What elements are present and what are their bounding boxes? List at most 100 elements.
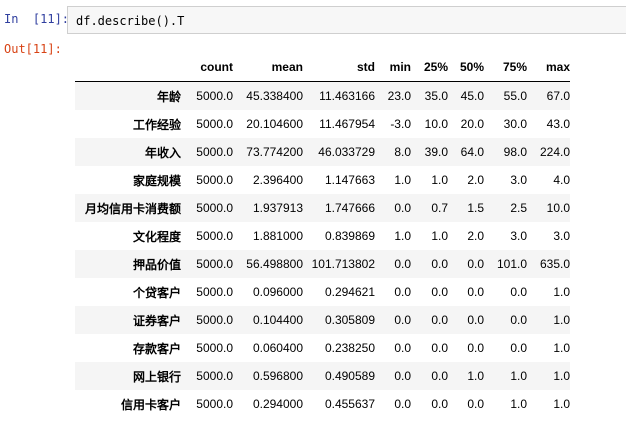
table-cell: 0.0 [510,341,527,355]
row-index: 家庭规模 [132,173,181,188]
table-cell: 5000.0 [196,173,233,187]
table-cell: 1.0 [510,369,527,383]
table-cell: 1.0 [467,369,484,383]
table-cell: 10.0 [546,201,570,215]
table-cell: 5000.0 [196,369,233,383]
table-cell: 0.0 [394,285,411,299]
table-cell: 0.0 [467,313,484,327]
table-cell: 67.0 [546,89,570,103]
table-cell: 5000.0 [196,229,233,243]
table-cell: 3.0 [510,229,527,243]
table-cell: 0.0 [510,313,527,327]
table-cell: 0.060400 [252,341,303,355]
table-cell: 0.839869 [324,229,375,243]
row-index: 年龄 [156,89,181,104]
table-cell: 5000.0 [196,89,233,103]
row-index: 个贷客户 [132,285,181,300]
table-cell: 1.5 [467,201,484,215]
table-cell: 2.5 [510,201,527,215]
table-cell: 1.0 [553,341,570,355]
table-cell: 98.0 [503,145,527,159]
table-cell: 20.104600 [246,117,303,131]
table-cell: 45.338400 [246,89,303,103]
table-cell: 0.0 [394,257,411,271]
table-cell: 1.747666 [324,201,375,215]
table-cell: 0.238250 [324,341,375,355]
table-cell: 5000.0 [196,397,233,411]
table-cell: 101.0 [496,257,527,271]
table-cell: 0.0 [431,257,448,271]
column-header: mean [271,60,303,74]
column-header: 25% [423,60,448,74]
table-cell: 30.0 [503,117,527,131]
table-cell: -3.0 [390,117,411,131]
column-header: std [357,60,375,74]
table-row: 网上银行 5000.0 0.596800 0.490589 0.0 0.0 1.… [75,362,570,390]
table-cell: 0.294621 [324,285,375,299]
table-cell: 10.0 [424,117,448,131]
code-cell[interactable]: df.describe().T [67,6,626,34]
header-row: count mean std min 25% 50% 75% max [75,53,570,82]
row-index: 押品价值 [132,257,181,272]
column-header: 50% [459,60,484,74]
table-cell: 0.490589 [324,369,375,383]
row-index: 证券客户 [132,313,181,328]
index-header [75,53,185,82]
table-cell: 1.0 [510,397,527,411]
table-cell: 1.881000 [252,229,303,243]
table-cell: 23.0 [387,89,411,103]
code-text[interactable]: df.describe().T [76,14,184,28]
table-cell: 1.937913 [252,201,303,215]
table-cell: 101.713802 [311,257,375,271]
table-cell: 3.0 [553,229,570,243]
table-row: 存款客户 5000.0 0.060400 0.238250 0.0 0.0 0.… [75,334,570,362]
table-cell: 5000.0 [196,145,233,159]
row-index: 年收入 [144,145,181,160]
table-cell: 0.455637 [324,397,375,411]
table-cell: 0.0 [510,285,527,299]
table-cell: 73.774200 [246,145,303,159]
table-cell: 0.0 [467,257,484,271]
table-cell: 43.0 [546,117,570,131]
table-cell: 1.0 [431,173,448,187]
table-cell: 1.0 [394,173,411,187]
table-cell: 0.305809 [324,313,375,327]
table-cell: 0.104400 [252,313,303,327]
table-cell: 64.0 [460,145,484,159]
table-cell: 2.0 [467,229,484,243]
table-cell: 0.294000 [252,397,303,411]
table-row: 工作经验 5000.0 20.104600 11.467954 -3.0 10.… [75,110,570,138]
table-row: 年龄 5000.0 45.338400 11.463166 23.0 35.0 … [75,81,570,110]
table-cell: 56.498800 [246,257,303,271]
table-cell: 0.0 [394,369,411,383]
table-cell: 0.0 [467,397,484,411]
table-row: 证券客户 5000.0 0.104400 0.305809 0.0 0.0 0.… [75,306,570,334]
table-cell: 224.0 [539,145,570,159]
table-cell: 55.0 [503,89,527,103]
table-row: 家庭规模 5000.0 2.396400 1.147663 1.0 1.0 2.… [75,166,570,194]
describe-table: count mean std min 25% 50% 75% max 年龄 50… [75,53,570,418]
table-cell: 45.0 [460,89,484,103]
table-cell: 0.0 [394,313,411,327]
table-cell: 1.0 [553,397,570,411]
table-cell: 0.0 [394,341,411,355]
row-index: 信用卡客户 [120,397,181,412]
table-cell: 5000.0 [196,285,233,299]
row-index: 网上银行 [132,369,181,384]
table-cell: 39.0 [424,145,448,159]
table-cell: 2.396400 [252,173,303,187]
table-cell: 46.033729 [318,145,375,159]
table-cell: 5000.0 [196,117,233,131]
table-row: 信用卡客户 5000.0 0.294000 0.455637 0.0 0.0 0… [75,390,570,418]
input-prompt: In [11]: [4,12,70,26]
table-cell: 0.0 [394,397,411,411]
row-index: 存款客户 [132,341,181,356]
column-header: max [545,60,570,74]
table-cell: 0.0 [467,285,484,299]
table-row: 年收入 5000.0 73.774200 46.033729 8.0 39.0 … [75,138,570,166]
column-header: min [389,60,411,74]
table-cell: 35.0 [424,89,448,103]
table-cell: 635.0 [539,257,570,271]
table-cell: 1.0 [553,285,570,299]
column-header: count [200,60,233,74]
